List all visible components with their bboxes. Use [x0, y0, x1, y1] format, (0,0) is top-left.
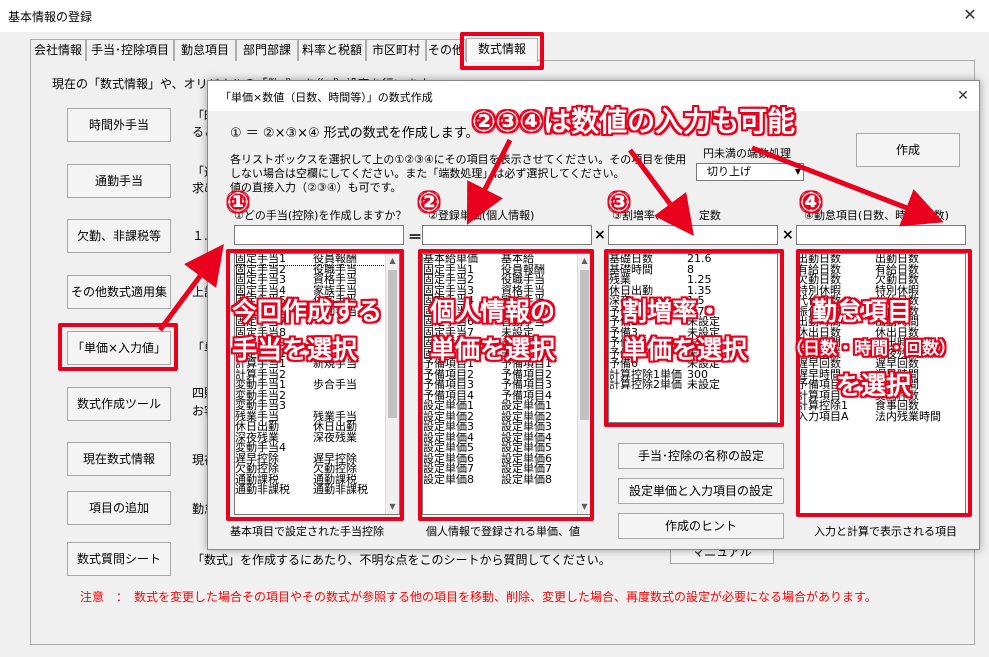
arrow-2: [466, 138, 513, 225]
highlight-list-2: [418, 249, 594, 521]
overlay-2-line-2: 単価を選択: [430, 335, 556, 364]
overlay-4-line-3: を選択: [836, 371, 912, 400]
arrow-1: [157, 243, 224, 332]
overlay-4-line-2: （日数・時間・回数）: [786, 339, 956, 359]
arrow-4: [751, 145, 944, 227]
headline-annotation: ②③④は数値の入力も可能: [472, 105, 796, 138]
circled-4: ④: [800, 188, 823, 218]
circled-1: ①: [227, 188, 250, 218]
overlay-1-line-2: 手当を選択: [232, 335, 358, 364]
circled-3: ③: [608, 188, 631, 218]
highlight-list-1: [226, 249, 404, 521]
overlay-4-line-1: 勤怠項目: [812, 297, 913, 326]
circled-2: ②: [418, 188, 441, 218]
overlay-2-line-1: 個人情報の: [430, 297, 556, 326]
overlay-1-line-1: 今回作成する: [232, 297, 383, 326]
arrow-3: [627, 148, 694, 237]
overlay-3-line-2: 単価を選択: [622, 335, 748, 364]
overlay-3-line-1: 割増率・: [622, 297, 723, 326]
